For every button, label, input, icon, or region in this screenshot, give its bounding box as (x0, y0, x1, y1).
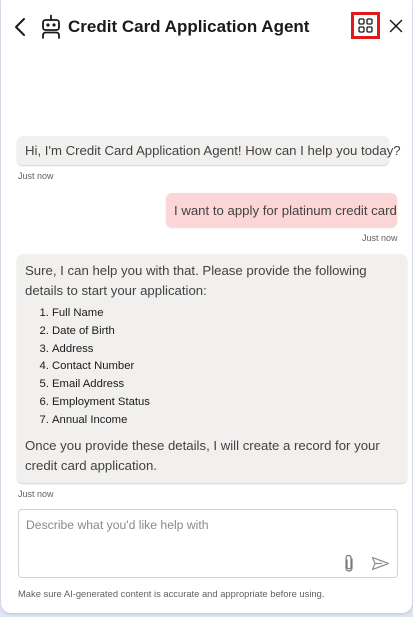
required-details-list: Full Name Date of Birth Address Contact … (25, 305, 397, 430)
message-timestamp: Just now (18, 171, 54, 181)
page-title: Credit Card Application Agent (68, 17, 310, 36)
attach-button[interactable] (341, 553, 357, 573)
back-button[interactable] (9, 14, 31, 40)
bot-message-details: Sure, I can help you with that. Please p… (17, 254, 407, 483)
send-icon (371, 556, 389, 570)
paperclip-icon (345, 554, 353, 572)
message-intro: Sure, I can help you with that. Please p… (25, 263, 367, 298)
list-item: Contact Number (52, 358, 397, 376)
list-item: Date of Birth (52, 323, 397, 341)
message-outro: Once you provide these details, I will c… (25, 437, 380, 473)
close-icon (389, 19, 403, 33)
close-button[interactable] (385, 15, 407, 37)
list-item: Annual Income (52, 412, 397, 430)
apps-grid-icon (358, 18, 373, 33)
apps-button[interactable] (351, 12, 380, 39)
chat-header: Credit Card Application Agent (1, 0, 412, 54)
chat-panel: Credit Card Application Agent Hi, I'm Cr… (1, 0, 412, 613)
message-timestamp: Just now (18, 489, 54, 499)
list-item: Full Name (52, 305, 397, 323)
send-button[interactable] (369, 554, 391, 572)
user-message: I want to apply for platinum credit card (166, 193, 397, 227)
list-item: Address (52, 341, 397, 359)
chevron-left-icon (15, 18, 25, 36)
ai-disclaimer: Make sure AI-generated content is accura… (18, 588, 325, 599)
message-timestamp: Just now (362, 233, 398, 243)
message-input[interactable] (26, 518, 356, 554)
bot-message-greeting: Hi, I'm Credit Card Application Agent! H… (17, 136, 401, 165)
bot-icon (40, 14, 62, 40)
list-item: Employment Status (52, 394, 397, 412)
list-item: Email Address (52, 376, 397, 394)
